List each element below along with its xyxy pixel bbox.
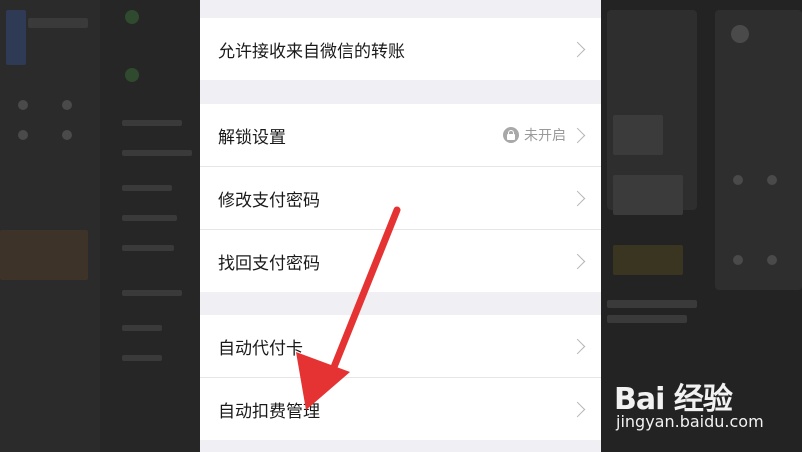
setting-label: 找回支付密码 bbox=[218, 253, 320, 274]
background-column bbox=[0, 0, 100, 452]
setting-row-auto-pay-card[interactable]: 自动代付卡 bbox=[200, 315, 601, 378]
row-right bbox=[569, 253, 586, 269]
settings-panel: 允许接收来自微信的转账 解锁设置 未开启 修改支付密码 找回支付密码 自动代付卡… bbox=[200, 0, 601, 452]
background-image-block bbox=[613, 115, 663, 155]
chevron-right-icon bbox=[569, 338, 586, 354]
background-block bbox=[122, 185, 172, 191]
background-block bbox=[6, 10, 26, 65]
setting-row-change-pay-password[interactable]: 修改支付密码 bbox=[200, 167, 601, 230]
background-block bbox=[122, 245, 174, 251]
background-block bbox=[122, 325, 162, 331]
settings-group-auto-pay: 自动代付卡 自动扣费管理 bbox=[200, 315, 601, 440]
chevron-right-icon bbox=[569, 41, 586, 57]
background-icon bbox=[125, 10, 139, 24]
background-block bbox=[122, 120, 182, 126]
background-icon bbox=[767, 175, 777, 185]
setting-row-recover-pay-password[interactable]: 找回支付密码 bbox=[200, 230, 601, 292]
row-right bbox=[569, 41, 586, 57]
background-icon bbox=[733, 175, 743, 185]
setting-label: 允许接收来自微信的转账 bbox=[218, 41, 405, 62]
background-card bbox=[715, 10, 802, 290]
setting-label: 修改支付密码 bbox=[218, 190, 320, 211]
background-icon bbox=[62, 130, 72, 140]
settings-group-transfer: 允许接收来自微信的转账 bbox=[200, 18, 601, 80]
background-block bbox=[122, 215, 177, 221]
chevron-right-icon bbox=[569, 401, 586, 417]
chevron-right-icon bbox=[569, 127, 586, 143]
background-image-block bbox=[0, 230, 88, 280]
watermark-url: jingyan.baidu.com bbox=[616, 412, 764, 431]
background-block bbox=[28, 18, 88, 28]
background-image-block bbox=[613, 245, 683, 275]
setting-label: 自动扣费管理 bbox=[218, 401, 320, 422]
background-icon bbox=[62, 100, 72, 110]
background-avatar bbox=[731, 25, 749, 43]
status-text: 未开启 bbox=[524, 128, 566, 144]
background-left-panel bbox=[0, 0, 200, 452]
row-right bbox=[569, 401, 586, 417]
background-icon bbox=[18, 130, 28, 140]
background-icon bbox=[125, 68, 139, 82]
chevron-right-icon bbox=[569, 253, 586, 269]
row-right: 未开启 bbox=[503, 125, 586, 145]
setting-row-auto-deduction-management[interactable]: 自动扣费管理 bbox=[200, 378, 601, 440]
background-block bbox=[122, 290, 182, 296]
background-icon bbox=[767, 255, 777, 265]
background-icon bbox=[18, 100, 28, 110]
setting-row-unlock-settings[interactable]: 解锁设置 未开启 bbox=[200, 104, 601, 167]
lock-icon bbox=[503, 127, 519, 143]
background-block bbox=[122, 355, 162, 361]
setting-row-allow-wechat-transfer[interactable]: 允许接收来自微信的转账 bbox=[200, 18, 601, 80]
background-block bbox=[607, 300, 697, 308]
background-block bbox=[122, 150, 192, 156]
watermark: Bai 经验 jingyan.baidu.com bbox=[612, 372, 802, 452]
background-block bbox=[607, 315, 687, 323]
setting-label: 解锁设置 bbox=[218, 127, 286, 148]
chevron-right-icon bbox=[569, 190, 586, 206]
row-right bbox=[569, 190, 586, 206]
background-icon bbox=[733, 255, 743, 265]
setting-label: 自动代付卡 bbox=[218, 338, 303, 359]
background-image-block bbox=[613, 175, 683, 215]
settings-group-security: 解锁设置 未开启 修改支付密码 找回支付密码 bbox=[200, 104, 601, 292]
row-right bbox=[569, 338, 586, 354]
